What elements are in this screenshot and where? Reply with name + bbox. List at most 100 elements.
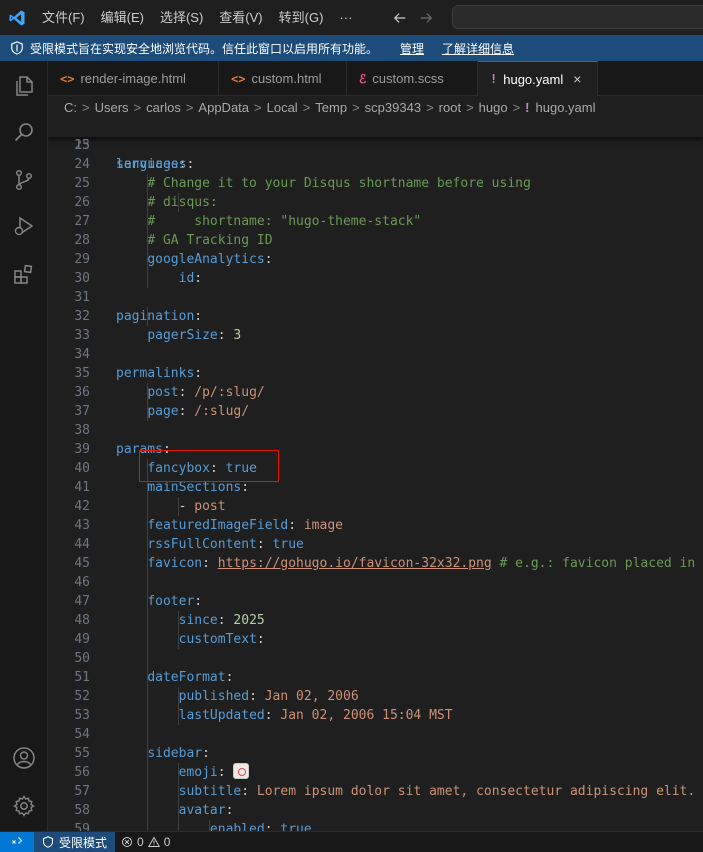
code-text: : bbox=[264, 822, 281, 831]
breadcrumb-item[interactable]: hugo.yaml bbox=[536, 100, 596, 115]
extensions-icon[interactable] bbox=[0, 251, 48, 297]
back-arrow-icon[interactable] bbox=[392, 10, 408, 26]
line-number: 45 bbox=[74, 556, 90, 571]
yaml-key: pagerSize bbox=[147, 328, 218, 343]
yaml-value: Jan 02, 2006 15:04 MST bbox=[280, 708, 453, 723]
code-line[interactable]: 34 bbox=[48, 345, 703, 364]
yaml-key: id bbox=[178, 271, 195, 286]
breadcrumb-item[interactable]: scp39343 bbox=[365, 100, 421, 115]
forward-arrow-icon[interactable] bbox=[418, 10, 434, 26]
yaml-comment: # GA Tracking ID bbox=[147, 233, 273, 248]
line-number: 49 bbox=[74, 632, 90, 647]
breadcrumb-item[interactable]: carlos bbox=[146, 100, 181, 115]
code-line[interactable]: 38 bbox=[48, 421, 703, 440]
status-bar: 受限模式 0 0 bbox=[0, 831, 703, 852]
yaml-key: page bbox=[147, 404, 179, 419]
breadcrumb-item[interactable]: C: bbox=[64, 100, 77, 115]
yaml-key: post bbox=[147, 385, 179, 400]
breadcrumb-item[interactable]: Users bbox=[95, 100, 129, 115]
code-line[interactable]: 33 pagerSize: 3 bbox=[48, 326, 703, 345]
yaml-comment: # disqus: bbox=[147, 195, 218, 210]
remote-icon[interactable] bbox=[0, 831, 34, 852]
code-text: : bbox=[241, 784, 257, 799]
yaml-key: featuredImageField bbox=[147, 518, 289, 533]
indent-guide bbox=[147, 459, 148, 831]
breadcrumb-item[interactable]: AppData bbox=[198, 100, 249, 115]
yaml-file-icon: ! bbox=[525, 99, 530, 115]
line-number: 27 bbox=[74, 214, 90, 229]
banner-learn-more-link[interactable]: 了解详细信息 bbox=[442, 40, 514, 57]
more-menu-icon[interactable]: ··· bbox=[331, 0, 360, 35]
yaml-comment: # Change it to your Disqus shortname bef… bbox=[147, 176, 531, 191]
menu-item[interactable]: 编辑(E) bbox=[93, 0, 152, 35]
yaml-key: mainSections bbox=[147, 480, 242, 495]
problems-status[interactable]: 0 0 bbox=[121, 835, 170, 849]
menu-bar: 文件(F) 编辑(E) 选择(S) 查看(V) 转到(G) ··· bbox=[34, 0, 360, 35]
menu-item[interactable]: 选择(S) bbox=[152, 0, 211, 35]
breadcrumb-item[interactable]: hugo bbox=[479, 100, 508, 115]
code-editor[interactable]: 15 languages: 23 24 services: 25 # Change i… bbox=[48, 117, 703, 831]
tab-label: render-image.html bbox=[80, 71, 186, 86]
indent-guide bbox=[209, 820, 210, 831]
search-icon[interactable] bbox=[0, 109, 48, 155]
breadcrumb-item[interactable]: Local bbox=[267, 100, 298, 115]
chevron-right-icon: > bbox=[426, 99, 434, 115]
breadcrumb: C: > Users > carlos > AppData > Local > Temp > scp39… bbox=[48, 96, 703, 118]
tab-render-image-html[interactable]: <> render-image.html bbox=[48, 61, 219, 96]
code-text: : bbox=[225, 670, 234, 685]
run-debug-icon[interactable] bbox=[0, 203, 48, 249]
line-number: 29 bbox=[74, 252, 90, 267]
code-line[interactable]: 31 bbox=[48, 288, 703, 307]
vscode-logo-icon bbox=[0, 0, 34, 35]
indent-guide bbox=[178, 497, 179, 516]
tab-label: custom.html bbox=[251, 71, 322, 86]
menu-item[interactable]: 查看(V) bbox=[211, 0, 270, 35]
yaml-value: true bbox=[280, 822, 312, 831]
yaml-file-icon: ! bbox=[490, 72, 498, 86]
tab-custom-html[interactable]: <> custom.html bbox=[219, 61, 347, 96]
chevron-right-icon: > bbox=[254, 99, 262, 115]
tab-hugo-yaml[interactable]: ! hugo.yaml × bbox=[478, 61, 598, 96]
yaml-value[interactable]: https://gohugo.io/favicon-32x32.png bbox=[218, 556, 492, 571]
chevron-right-icon: > bbox=[185, 99, 194, 115]
line-number: 55 bbox=[74, 746, 90, 761]
tab-custom-scss[interactable]: ℰ custom.scss bbox=[347, 61, 478, 96]
close-icon[interactable]: × bbox=[573, 71, 581, 87]
indent-guide bbox=[178, 611, 179, 649]
line-number: 41 bbox=[74, 480, 90, 495]
indent-guide bbox=[178, 687, 179, 725]
code-text: : bbox=[202, 746, 210, 761]
source-control-icon[interactable] bbox=[0, 157, 48, 203]
code-line[interactable]: 23 bbox=[48, 136, 703, 155]
menu-item[interactable]: 转到(G) bbox=[271, 0, 332, 35]
chevron-right-icon: > bbox=[302, 99, 311, 115]
command-center-search[interactable] bbox=[452, 5, 703, 29]
code-text: : bbox=[178, 385, 195, 400]
yaml-key: avatar bbox=[178, 803, 226, 818]
yaml-key: rssFullContent bbox=[147, 537, 257, 552]
shield-icon bbox=[10, 41, 24, 55]
breadcrumb-item[interactable]: Temp bbox=[315, 100, 347, 115]
yaml-value: /:slug/ bbox=[194, 404, 250, 419]
sticky-scroll-header[interactable]: 15 languages: bbox=[48, 117, 703, 172]
line-number: 42 bbox=[74, 499, 90, 514]
explorer-icon[interactable] bbox=[0, 63, 48, 109]
line-number: 37 bbox=[74, 404, 90, 419]
yaml-value: Jan 02, 2006 bbox=[264, 689, 359, 704]
settings-gear-icon[interactable] bbox=[0, 783, 48, 829]
code-line[interactable]: 35 permalinks: bbox=[48, 364, 703, 383]
account-icon[interactable] bbox=[0, 735, 48, 781]
code-text: : bbox=[194, 594, 203, 609]
banner-manage-link[interactable]: 管理 bbox=[400, 40, 424, 57]
breadcrumb-item[interactable]: root bbox=[439, 100, 461, 115]
html-file-icon: <> bbox=[231, 71, 246, 86]
code-text: : bbox=[225, 803, 234, 818]
menu-item[interactable]: 文件(F) bbox=[34, 0, 93, 35]
restricted-mode-status[interactable]: 受限模式 bbox=[34, 831, 116, 852]
